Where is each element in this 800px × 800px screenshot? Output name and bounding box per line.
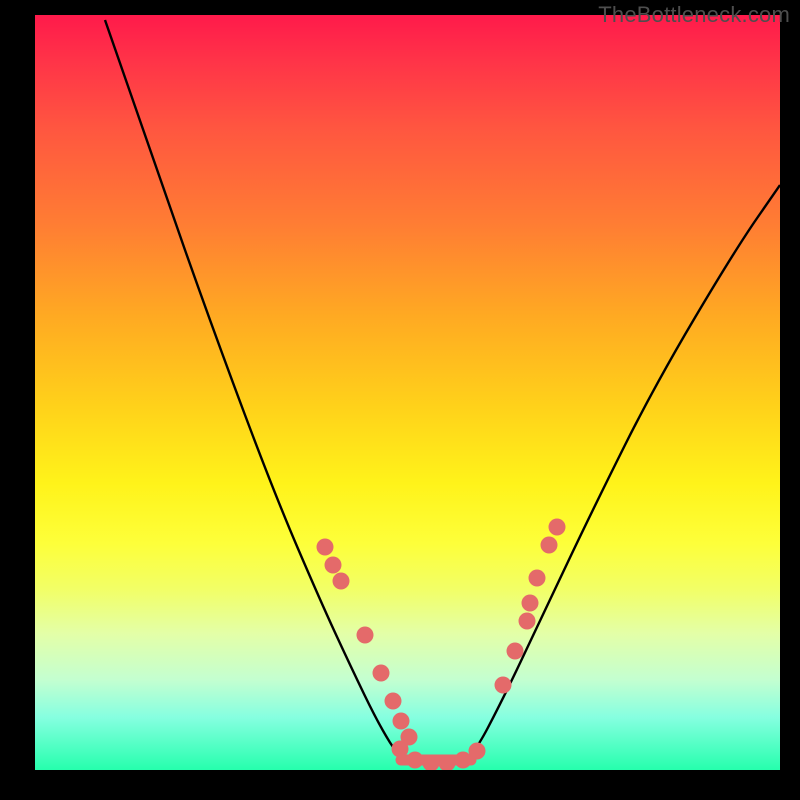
marker-dot (522, 595, 539, 612)
marker-dot (325, 557, 342, 574)
marker-dot (393, 713, 410, 730)
plot-area (35, 15, 780, 770)
marker-dot (519, 613, 536, 630)
marker-dot (529, 570, 546, 587)
marker-dot (455, 752, 472, 769)
marker-dot (392, 741, 409, 758)
marker-dot (549, 519, 566, 536)
chart-svg (35, 15, 780, 770)
bottleneck-curve (105, 20, 780, 763)
marker-dot (507, 643, 524, 660)
marker-dot (317, 539, 334, 556)
marker-dot (357, 627, 374, 644)
marker-dot (469, 743, 486, 760)
chart-frame: TheBottleneck.com (0, 0, 800, 800)
marker-dot (373, 665, 390, 682)
marker-dot (495, 677, 512, 694)
watermark-text: TheBottleneck.com (598, 2, 790, 28)
marker-dot (407, 752, 424, 769)
marker-dot (333, 573, 350, 590)
marker-dot (385, 693, 402, 710)
marker-dot (541, 537, 558, 554)
